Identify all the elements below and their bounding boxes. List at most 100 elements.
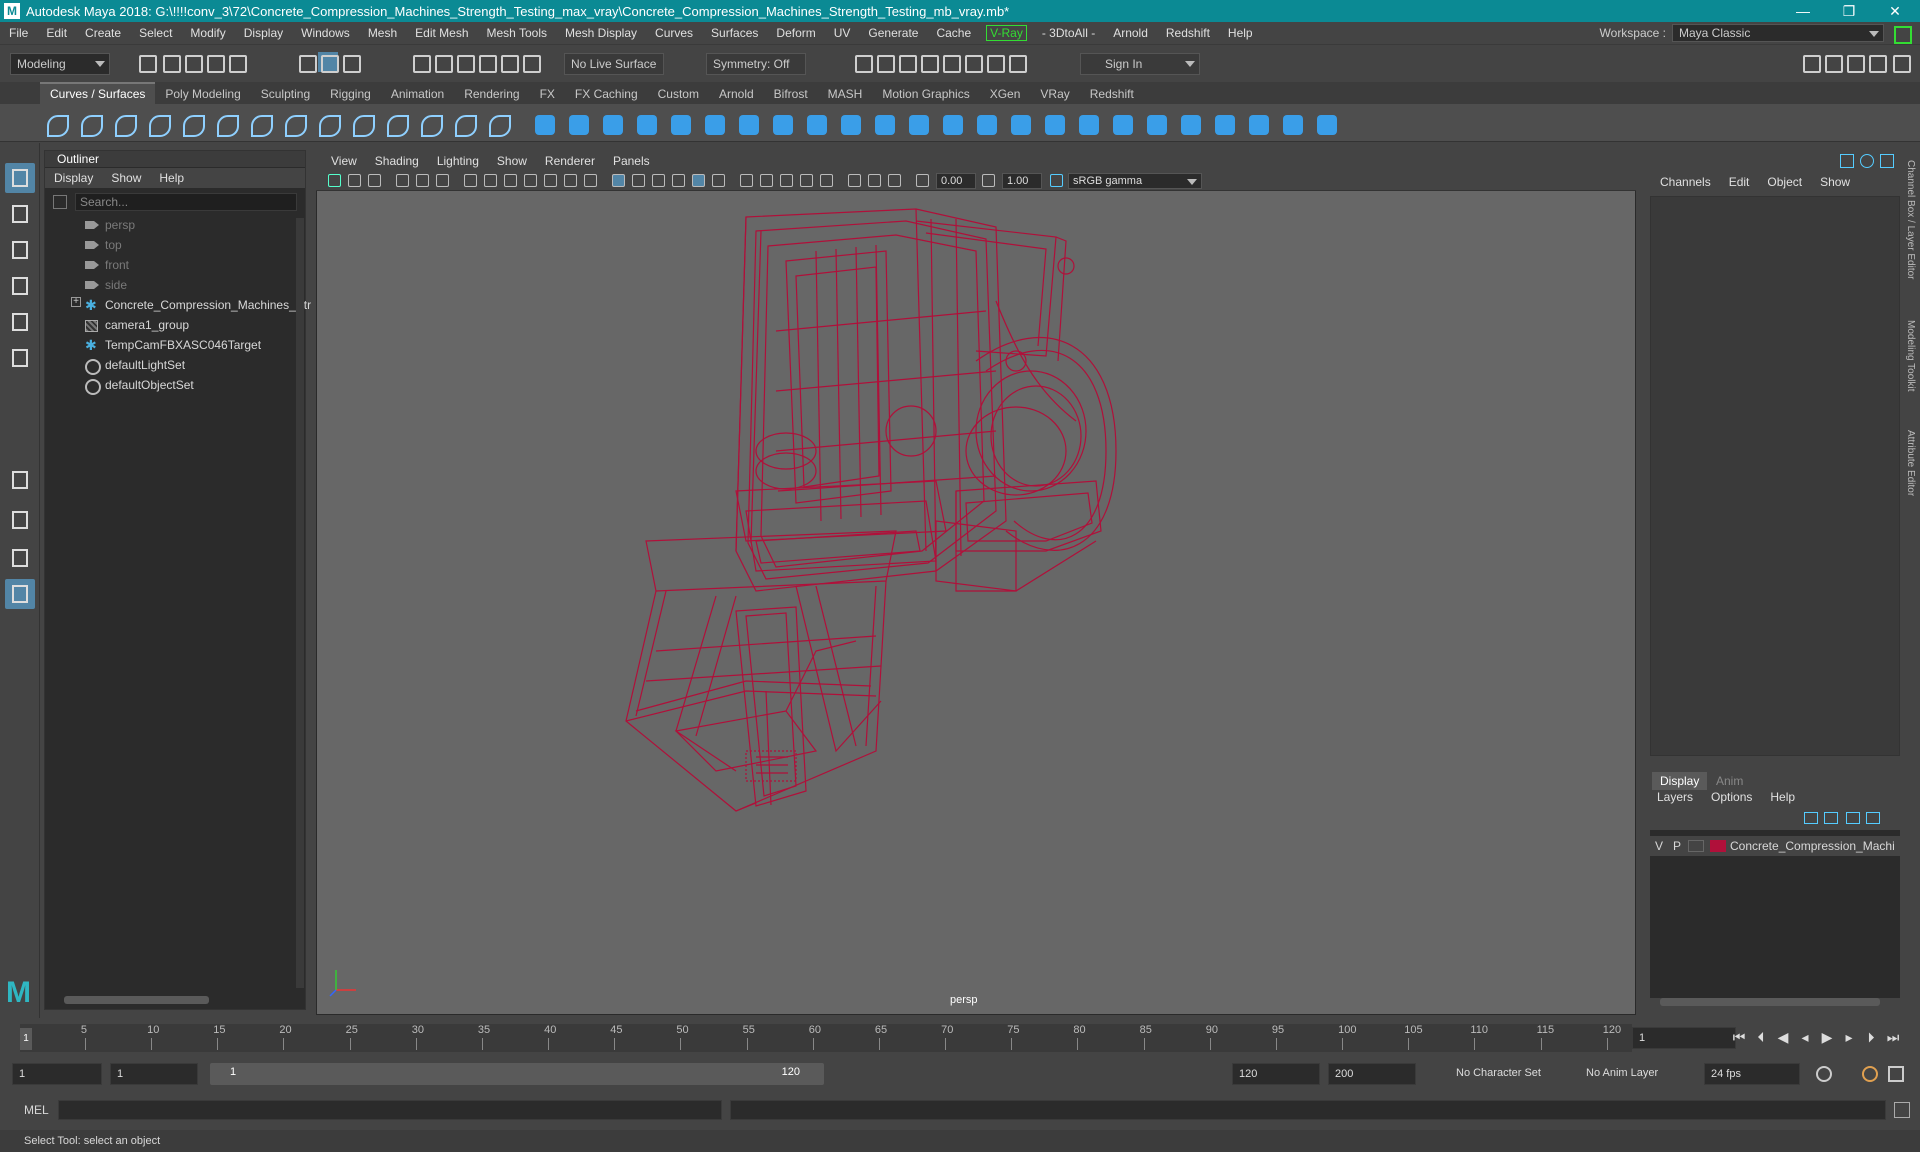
shelf-tab-rendering[interactable]: Rendering xyxy=(454,84,529,104)
rebuild-curve-icon[interactable] xyxy=(384,112,410,138)
menu-uv[interactable]: UV xyxy=(825,26,860,40)
snap-vertex-icon[interactable] xyxy=(520,52,541,73)
outliner-item-persp[interactable]: persp xyxy=(85,215,135,235)
rebuild-surface-icon[interactable] xyxy=(1144,112,1170,138)
shelf-tab-curves-surfaces[interactable]: Curves / Surfaces xyxy=(40,82,156,104)
fillet-surface-icon[interactable] xyxy=(1280,112,1306,138)
anti-aliasing-icon[interactable] xyxy=(800,174,813,187)
layer-tab-display[interactable]: Display xyxy=(1652,772,1708,790)
gamma-field[interactable]: 1.00 xyxy=(1002,173,1042,189)
live-surface-field[interactable]: No Live Surface xyxy=(564,53,664,75)
layer-color-swatch[interactable] xyxy=(1710,840,1726,852)
menu-select[interactable]: Select xyxy=(130,26,181,40)
viewport-menu-lighting[interactable]: Lighting xyxy=(428,154,488,168)
anim-prefs-icon[interactable] xyxy=(1888,1066,1904,1082)
single-perspective-layout-icon[interactable] xyxy=(5,465,35,495)
menu-3dtoall[interactable]: - 3DtoAll - xyxy=(1033,26,1104,40)
shelf-tab-motion-graphics[interactable]: Motion Graphics xyxy=(872,84,979,104)
wireframe-icon[interactable] xyxy=(612,174,625,187)
character-set-dropdown[interactable]: No Character Set xyxy=(1450,1063,1580,1085)
ipr-render-icon[interactable] xyxy=(896,52,917,73)
select-hierarchy-icon[interactable] xyxy=(296,52,317,73)
pause-ipr-icon[interactable] xyxy=(1006,52,1027,73)
trim-tool-icon[interactable] xyxy=(1008,112,1034,138)
boundary-icon[interactable] xyxy=(940,112,966,138)
channel-menu-edit[interactable]: Edit xyxy=(1720,175,1759,189)
render-setup-icon[interactable] xyxy=(962,52,983,73)
command-language-label[interactable]: MEL xyxy=(24,1103,49,1117)
shelf-tab-custom[interactable]: Custom xyxy=(648,84,709,104)
play-forward-icon[interactable]: ▶ xyxy=(1818,1028,1836,1046)
animation-start-field[interactable]: 1 xyxy=(12,1063,102,1085)
channel-box-area[interactable] xyxy=(1650,196,1900,756)
layer-type-toggle[interactable] xyxy=(1688,840,1704,852)
menu-display[interactable]: Display xyxy=(235,26,292,40)
nurbs-plane-icon[interactable] xyxy=(668,112,694,138)
menu-create[interactable]: Create xyxy=(76,26,130,40)
extend-surface-icon[interactable] xyxy=(1076,112,1102,138)
render-settings-icon[interactable] xyxy=(918,52,939,73)
attribute-icon[interactable] xyxy=(1860,154,1874,168)
menu-curves[interactable]: Curves xyxy=(646,26,702,40)
shelf-tab-redshift[interactable]: Redshift xyxy=(1080,84,1144,104)
camera-attributes-icon[interactable] xyxy=(348,174,361,187)
nurbs-sphere-icon[interactable] xyxy=(532,112,558,138)
command-input[interactable] xyxy=(58,1100,722,1120)
motion-blur-icon[interactable] xyxy=(780,174,793,187)
shelf-tab-arnold[interactable]: Arnold xyxy=(709,84,764,104)
anim-layer-dropdown[interactable]: No Anim Layer xyxy=(1580,1063,1680,1085)
exposure-icon[interactable] xyxy=(916,174,929,187)
revolve-icon[interactable] xyxy=(736,112,762,138)
xray-active-icon[interactable] xyxy=(888,174,901,187)
outliner-search-input[interactable]: Search... xyxy=(75,193,297,211)
move-tool-icon[interactable] xyxy=(5,271,35,301)
textured-icon[interactable] xyxy=(672,174,685,187)
menu-mesh-display[interactable]: Mesh Display xyxy=(556,26,646,40)
save-scene-icon[interactable] xyxy=(182,52,203,73)
menu-generate[interactable]: Generate xyxy=(859,26,927,40)
nurbs-circle-icon[interactable] xyxy=(44,112,70,138)
smooth-surface-icon[interactable] xyxy=(1246,112,1272,138)
resolution-gate-icon[interactable] xyxy=(504,174,517,187)
outliner-item-top[interactable]: top xyxy=(85,235,122,255)
attach-curves-icon[interactable] xyxy=(282,112,308,138)
menu-arnold[interactable]: Arnold xyxy=(1104,26,1157,40)
menu-set-dropdown[interactable]: Modeling xyxy=(10,53,110,75)
planar-icon[interactable] xyxy=(804,112,830,138)
nurbs-cube-icon[interactable] xyxy=(566,112,592,138)
nurbs-torus-icon[interactable] xyxy=(702,112,728,138)
birail-icon[interactable] xyxy=(872,112,898,138)
surface-editing-icon[interactable] xyxy=(1212,112,1238,138)
new-layer-selected-icon[interactable] xyxy=(1866,812,1880,824)
outliner-menu-show[interactable]: Show xyxy=(102,171,150,185)
ambient-occlusion-icon[interactable] xyxy=(760,174,773,187)
stitch-surface-icon[interactable] xyxy=(1314,112,1340,138)
shelf-tab-xgen[interactable]: XGen xyxy=(980,84,1031,104)
new-scene-icon[interactable] xyxy=(136,52,157,73)
arc-tool-icon[interactable] xyxy=(350,112,376,138)
menu-windows[interactable]: Windows xyxy=(292,26,359,40)
isolate-select-icon[interactable] xyxy=(848,174,861,187)
layer-tab-anim[interactable]: Anim xyxy=(1708,772,1751,790)
outliner-item-front[interactable]: front xyxy=(85,255,129,275)
square-surface-icon[interactable] xyxy=(974,112,1000,138)
outliner-menu-help[interactable]: Help xyxy=(150,171,193,185)
outliner-item-camera1-group[interactable]: camera1_group xyxy=(85,315,189,335)
shelf-tab-animation[interactable]: Animation xyxy=(381,84,454,104)
grid-icon[interactable] xyxy=(464,174,477,187)
outliner-layout-icon[interactable] xyxy=(5,579,35,609)
shelf-tab-bifrost[interactable]: Bifrost xyxy=(764,84,818,104)
playback-end-field[interactable]: 120 xyxy=(1232,1063,1320,1085)
xray-joints-icon[interactable] xyxy=(868,174,881,187)
film-gate-icon[interactable] xyxy=(484,174,497,187)
snap-curve-icon[interactable] xyxy=(432,52,453,73)
layer-row[interactable]: V P Concrete_Compression_Machin xyxy=(1650,836,1900,856)
insert-isoparm-icon[interactable] xyxy=(1110,112,1136,138)
menu-edit[interactable]: Edit xyxy=(37,26,76,40)
curve-intersect-icon[interactable] xyxy=(248,112,274,138)
viewport-menu-renderer[interactable]: Renderer xyxy=(536,154,604,168)
menu-deform[interactable]: Deform xyxy=(767,26,824,40)
image-plane-icon[interactable] xyxy=(396,174,409,187)
safe-action-icon[interactable] xyxy=(564,174,577,187)
channel-box-option-icon[interactable] xyxy=(1840,154,1854,168)
